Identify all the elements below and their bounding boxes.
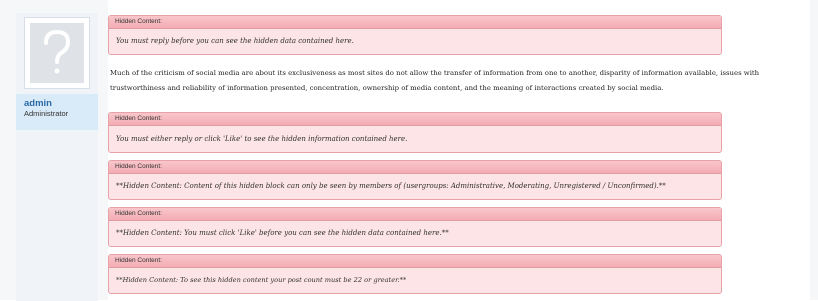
hidden-content-text: **Hidden Content: Content of this hidden… [116, 182, 666, 190]
avatar[interactable] [30, 23, 84, 83]
hidden-content-block: Hidden Content: **Hidden Content: You mu… [108, 207, 722, 247]
hidden-content-block: Hidden Content: You must reply before yo… [108, 15, 722, 55]
thread-page: admin Administrator Hidden Content: You … [0, 0, 818, 301]
user-info: admin Administrator [16, 94, 98, 130]
avatar-frame[interactable] [24, 17, 90, 89]
hidden-content-header: Hidden Content: [109, 255, 721, 268]
hidden-content-header: Hidden Content: [109, 208, 721, 221]
username-link[interactable]: admin [24, 98, 52, 109]
hidden-content-text: You must reply before you can see the hi… [116, 37, 354, 45]
post-message: Hidden Content: You must reply before yo… [108, 0, 810, 300]
hidden-content-block: Hidden Content: **Hidden Content: To see… [108, 254, 722, 294]
hidden-content-block: Hidden Content: You must either reply or… [108, 112, 722, 153]
hidden-content-header: Hidden Content: [109, 16, 721, 29]
question-mark-icon [30, 23, 84, 83]
hidden-content-text: **Hidden Content: To see this hidden con… [116, 276, 407, 284]
hidden-content-block: Hidden Content: **Hidden Content: Conten… [108, 160, 722, 200]
post-paragraph: Much of the criticism of social media ar… [110, 69, 760, 92]
hidden-content-header: Hidden Content: [109, 161, 721, 174]
hidden-content-text: **Hidden Content: You must click 'Like' … [116, 229, 449, 237]
post-user-panel: admin Administrator [16, 13, 98, 301]
user-title: Administrator [24, 109, 69, 118]
hidden-content-header: Hidden Content: [109, 113, 721, 126]
hidden-content-text: You must either reply or click 'Like' to… [116, 135, 408, 143]
